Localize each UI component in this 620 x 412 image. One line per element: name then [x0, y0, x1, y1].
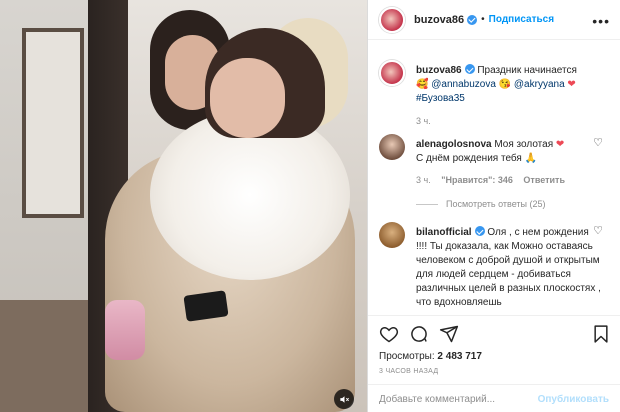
comment-text: Моя золотая [494, 139, 554, 150]
heart-emoji-icon: ❤ [567, 79, 576, 90]
views-label: Просмотры: [379, 351, 435, 362]
post-header: buzova86 • Подписаться ••• [368, 0, 620, 40]
publish-button[interactable]: Опубликовать [538, 394, 609, 405]
comment-text-line2: С днём рождения тебя [416, 153, 522, 164]
verified-badge-icon [474, 226, 485, 236]
video-bottle [105, 300, 145, 360]
view-replies-button[interactable]: Посмотреть ответы (25) [416, 197, 601, 211]
comment-item: bilanofficial Оля , с нем рождения !!!! … [379, 222, 615, 315]
heart-emoji-icon: ❤ [555, 139, 565, 150]
views-count[interactable]: Просмотры: 2 483 717 [379, 351, 482, 362]
caption-time[interactable]: 3 ч. [416, 116, 431, 126]
comment-body: alenagolosnova Моя золотая ❤ С днём рожд… [416, 138, 601, 211]
emoji-icon: 🥰 [416, 79, 429, 90]
comment-text: Оля , с нем рождения !!!! Ты доказала, к… [416, 227, 601, 308]
mention-link[interactable]: @akryyana [514, 79, 565, 90]
verified-badge-icon [467, 14, 478, 25]
comment-like-heart-icon[interactable]: ♡ [593, 136, 603, 149]
post-video[interactable] [0, 0, 367, 412]
mute-button[interactable] [334, 389, 354, 409]
video-person-center-face [210, 58, 285, 138]
caption-avatar[interactable] [379, 60, 405, 86]
posted-time[interactable]: 3 ЧАСОВ НАЗАД [379, 368, 438, 375]
replies-line [416, 203, 438, 205]
speaker-muted-icon [339, 395, 349, 403]
add-comment-bar: Опубликовать [368, 384, 620, 412]
mention-link[interactable]: @annabuzova [431, 79, 496, 90]
more-horizontal-icon[interactable]: ••• [592, 13, 610, 29]
share-paper-plane-icon[interactable] [439, 324, 461, 346]
caption-body: buzova86 Праздник начинается 🥰 @annabuzo… [416, 64, 601, 128]
hashtag-link[interactable]: #Бузова35 [416, 93, 465, 104]
action-icons [379, 324, 611, 346]
like-heart-icon[interactable] [379, 324, 401, 346]
commenter-username[interactable]: alenagolosnova [416, 139, 492, 150]
comments-list: buzova86 Праздник начинается 🥰 @annabuzo… [368, 52, 620, 315]
comment-likes[interactable]: "Нравится": 346 [441, 175, 513, 185]
save-bookmark-icon[interactable] [591, 324, 613, 346]
header-dot-separator: • [481, 14, 485, 25]
author-username[interactable]: buzova86 [414, 14, 464, 26]
commenter-avatar[interactable] [379, 134, 405, 160]
emoji-icon: 😘 [498, 79, 512, 90]
author-avatar[interactable] [379, 6, 405, 33]
caption: buzova86 Праздник начинается 🥰 @annabuzo… [379, 60, 615, 126]
comment-time[interactable]: 3 ч. [416, 175, 431, 185]
comment-body: bilanofficial Оля , с нем рождения !!!! … [416, 226, 601, 310]
caption-username[interactable]: buzova86 [416, 65, 462, 76]
views-number: 2 483 717 [437, 351, 482, 362]
post-panel: buzova86 • Подписаться ••• buzova86 Праз… [368, 0, 620, 412]
post-actions: Просмотры: 2 483 717 3 ЧАСОВ НАЗАД Опубл… [368, 315, 620, 412]
comment-meta: 3 ч. "Нравится": 346 Ответить [416, 173, 601, 187]
caption-meta: 3 ч. [416, 114, 601, 128]
video-door [22, 28, 84, 218]
add-comment-input[interactable] [379, 393, 538, 405]
comment-bubble-icon[interactable] [409, 324, 431, 346]
comment-item: alenagolosnova Моя золотая ❤ С днём рожд… [379, 134, 615, 214]
view-replies-label: Посмотреть ответы (25) [446, 199, 546, 209]
follow-button[interactable]: Подписаться [489, 14, 554, 25]
verified-badge-icon [464, 64, 475, 74]
caption-text: Праздник начинается [477, 65, 577, 76]
commenter-avatar[interactable] [379, 222, 405, 248]
pray-emoji-icon: 🙏 [524, 153, 538, 164]
comment-like-heart-icon[interactable]: ♡ [593, 224, 603, 237]
commenter-username[interactable]: bilanofficial [416, 227, 472, 238]
reply-button[interactable]: Ответить [523, 175, 565, 185]
